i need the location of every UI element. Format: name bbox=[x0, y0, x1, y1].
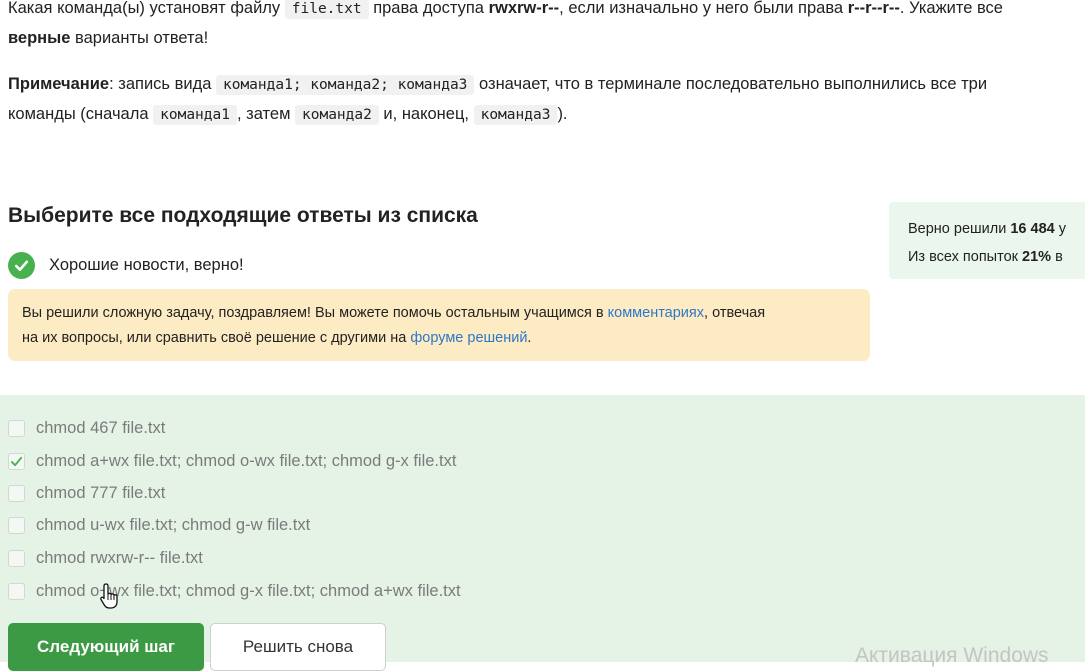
note-text-part: и, наконец, bbox=[378, 105, 474, 123]
congrats-text: , отвечая bbox=[704, 305, 766, 321]
note-code: команда3 bbox=[473, 105, 558, 125]
congrats-text: Вы решили сложную задачу, поздравляем! В… bbox=[22, 305, 608, 321]
question-text-part: варианты ответа! bbox=[70, 29, 209, 47]
hand-cursor-icon bbox=[100, 583, 118, 609]
stats-box: Верно решили 16 484 у Из всех попыток 21… bbox=[889, 202, 1085, 279]
target-permissions: rwxrw-r-- bbox=[488, 0, 560, 17]
note-text-part: команды (сначала bbox=[8, 105, 154, 123]
answer-option[interactable]: chmod 467 file.txt bbox=[8, 415, 165, 441]
answer-option[interactable]: chmod rwxrw-r-- file.txt bbox=[8, 545, 203, 571]
stats-text: Верно решили bbox=[908, 221, 1011, 237]
answer-option[interactable]: chmod a+wx file.txt; chmod o-wx file.txt… bbox=[8, 448, 456, 474]
question-text-part: , если изначально у него были права bbox=[559, 0, 848, 17]
stats-text: Из всех попыток bbox=[908, 249, 1023, 265]
note-text-part: , затем bbox=[236, 105, 295, 123]
section-title: Выберите все подходящие ответы из списка bbox=[8, 204, 478, 227]
stats-text: в bbox=[1051, 249, 1063, 265]
checkbox[interactable] bbox=[8, 582, 25, 600]
option-label: chmod a+wx file.txt; chmod o-wx file.txt… bbox=[36, 451, 457, 470]
emphasis-word: верные bbox=[8, 29, 71, 47]
note-text-part: ). bbox=[557, 105, 568, 123]
next-step-button[interactable]: Следующий шаг bbox=[8, 623, 204, 671]
answer-option[interactable]: chmod o+wx file.txt; chmod g-x file.txt;… bbox=[8, 578, 461, 604]
checkbox[interactable] bbox=[8, 549, 25, 567]
windows-activation-watermark: Активация Windows bbox=[855, 644, 1049, 667]
comments-link[interactable]: комментариях bbox=[608, 305, 704, 321]
initial-permissions: r--r--r-- bbox=[847, 0, 900, 17]
question-text-part: Какая команда(ы) установят файлу bbox=[8, 0, 285, 17]
filename-code: file.txt bbox=[284, 0, 369, 19]
checkbox[interactable] bbox=[8, 516, 25, 534]
option-label: chmod 777 file.txt bbox=[36, 483, 166, 502]
verdict: Хорошие новости, верно! bbox=[8, 252, 244, 279]
stats-text: у bbox=[1054, 221, 1066, 237]
congrats-box: Вы решили сложную задачу, поздравляем! В… bbox=[8, 289, 870, 361]
solve-again-button[interactable]: Решить снова bbox=[210, 623, 386, 671]
note-text-part: означает, что в терминале последовательн… bbox=[474, 75, 988, 93]
stats-solved: Верно решили 16 484 у bbox=[908, 215, 1085, 243]
checkbox[interactable] bbox=[8, 452, 25, 470]
question-paragraph: Какая команда(ы) установят файлу file.tx… bbox=[8, 0, 1085, 53]
note-paragraph: Примечание: запись вида команда1; команд… bbox=[8, 70, 1085, 130]
note-label: Примечание bbox=[8, 75, 110, 93]
stats-attempts: Из всех попыток 21% в bbox=[908, 243, 1085, 271]
option-label: chmod u-wx file.txt; chmod g-w file.txt bbox=[36, 515, 311, 534]
success-rate: 21% bbox=[1022, 249, 1052, 265]
verdict-text: Хорошие новости, верно! bbox=[49, 256, 244, 274]
note-text-part: : запись вида bbox=[109, 75, 216, 93]
question-text-part: права доступа bbox=[368, 0, 489, 17]
question-text-part: . Укажите все bbox=[899, 0, 1003, 17]
option-label: chmod 467 file.txt bbox=[36, 418, 166, 437]
answer-option[interactable]: chmod u-wx file.txt; chmod g-w file.txt bbox=[8, 512, 310, 538]
checkbox[interactable] bbox=[8, 419, 25, 437]
congrats-text: . bbox=[527, 330, 532, 346]
congrats-text: на их вопросы, или сравнить своё решение… bbox=[22, 330, 411, 346]
question-text: Какая команда(ы) установят файлу file.tx… bbox=[8, 0, 1085, 130]
option-label: chmod rwxrw-r-- file.txt bbox=[36, 548, 203, 567]
note-code: команда1; команда2; команда3 bbox=[215, 75, 475, 95]
note-code: команда1 bbox=[153, 105, 237, 125]
answer-option[interactable]: chmod 777 file.txt bbox=[8, 480, 165, 506]
checkbox[interactable] bbox=[8, 484, 25, 502]
solutions-forum-link[interactable]: форуме решений bbox=[410, 330, 527, 346]
check-circle-icon bbox=[8, 252, 35, 279]
note-code: команда2 bbox=[295, 105, 379, 125]
solved-count: 16 484 bbox=[1010, 221, 1055, 237]
